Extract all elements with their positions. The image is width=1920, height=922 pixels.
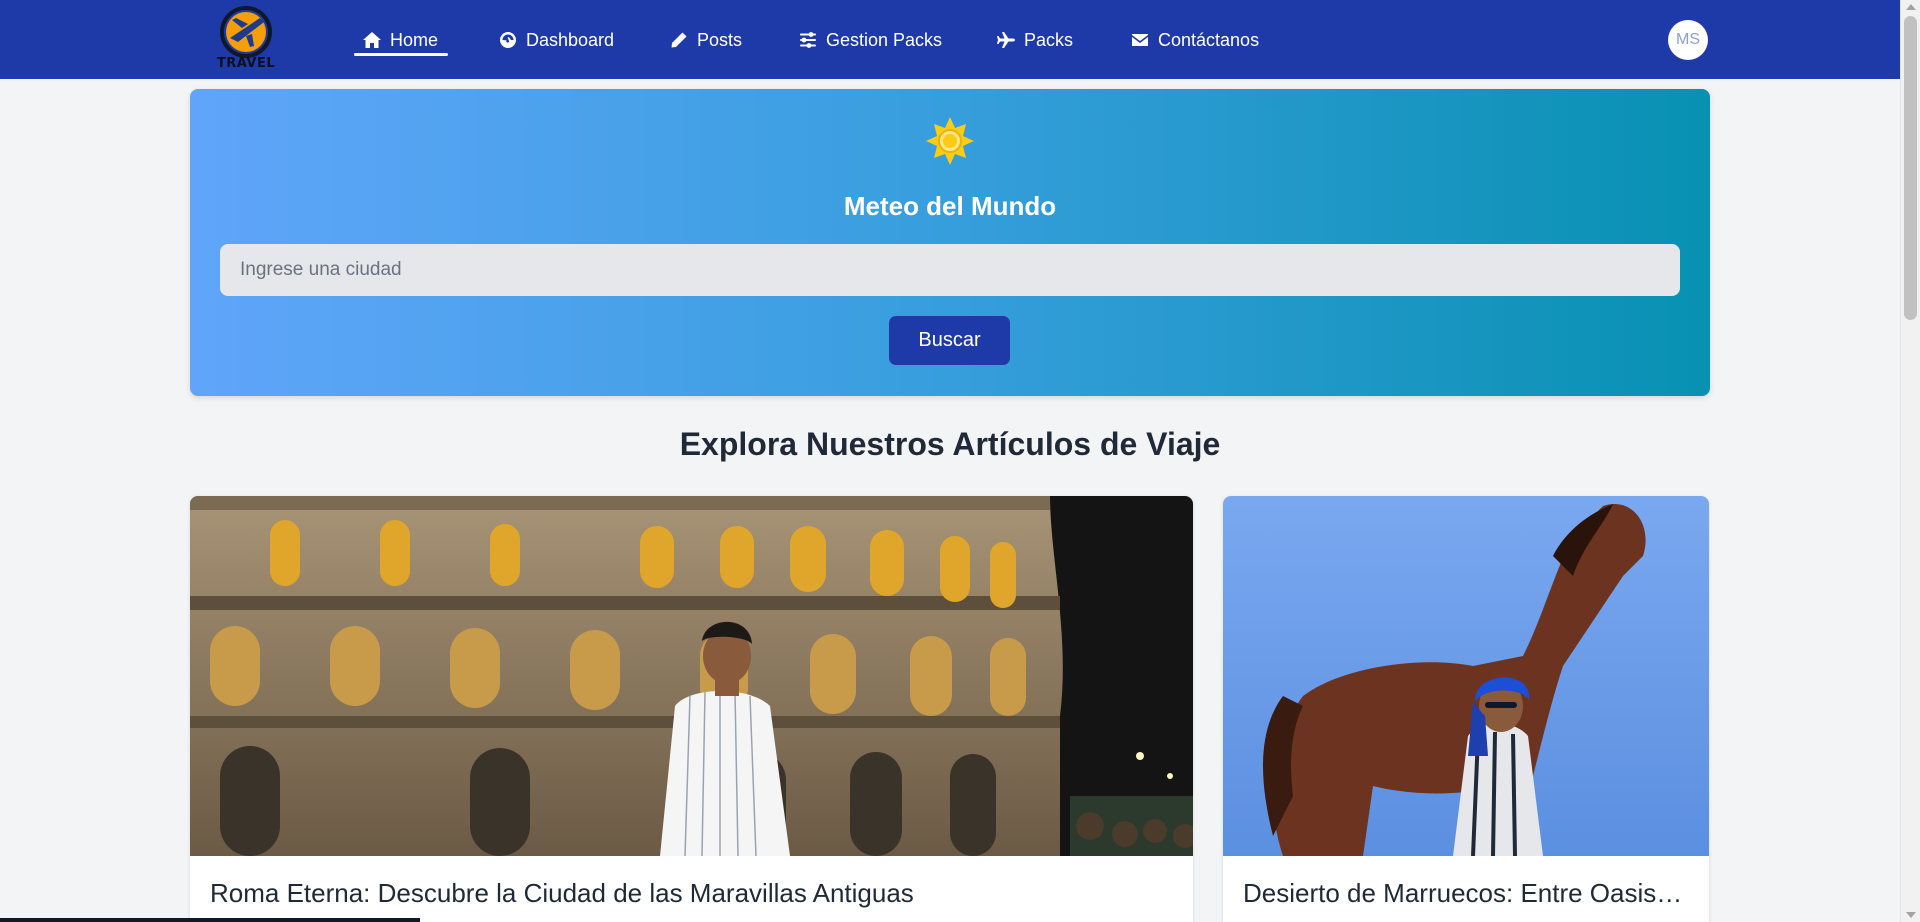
bottom-edge-bar (0, 918, 420, 922)
nav-item-contactanos[interactable]: Contáctanos (1130, 27, 1259, 53)
colosseum-night-photo[interactable] (190, 496, 1193, 856)
nav-item-posts[interactable]: Posts (669, 27, 742, 53)
home-icon (363, 32, 381, 48)
plane-icon (997, 32, 1015, 48)
logo-text: TRAVEL (216, 56, 276, 71)
scroll-down-arrow-icon[interactable] (1906, 912, 1916, 918)
article-title[interactable]: Roma Eterna: Descubre la Ciudad de las M… (210, 878, 1173, 909)
weather-widget: Meteo del Mundo Buscar (190, 89, 1710, 396)
user-avatar[interactable]: MS (1668, 20, 1708, 60)
envelope-icon (1132, 34, 1148, 46)
articles-section-title: Explora Nuestros Artículos de Viaje (679, 426, 1221, 462)
scroll-thumb[interactable] (1904, 16, 1917, 320)
page-scrollbar[interactable] (1900, 0, 1920, 922)
city-search-input[interactable] (220, 244, 1680, 296)
nav-item-label: Contáctanos (1158, 29, 1260, 50)
gauge-icon (500, 32, 516, 48)
nav-item-dashboard[interactable]: Dashboard (498, 27, 614, 53)
nav-item-label: Dashboard (526, 29, 615, 50)
nav-item-label: Packs (1024, 29, 1074, 50)
nav-item-gestion-packs[interactable]: Gestion Packs (798, 27, 942, 53)
nav-item-packs[interactable]: Packs (996, 27, 1073, 53)
pencil-icon (671, 32, 687, 48)
nav-item-label: Gestion Packs (826, 29, 943, 50)
nav-item-label: Home (390, 29, 439, 50)
article-card[interactable]: Desierto de Marruecos: Entre Oasis y Dun… (1223, 496, 1709, 922)
search-button[interactable]: Buscar (889, 316, 1010, 365)
nav-item-label: Posts (697, 29, 743, 50)
sun-icon (926, 117, 974, 165)
horse-desert-photo[interactable] (1223, 496, 1709, 856)
sliders-icon (800, 32, 816, 48)
article-card[interactable]: Roma Eterna: Descubre la Ciudad de las M… (190, 496, 1193, 922)
scroll-up-arrow-icon[interactable] (1906, 4, 1916, 10)
top-navbar: TRAVEL Home Dashboard Posts Gestion Pack… (0, 0, 1900, 79)
article-title[interactable]: Desierto de Marruecos: Entre Oasis y Dun… (1243, 878, 1689, 909)
nav-item-home[interactable]: Home (353, 27, 449, 56)
weather-title: Meteo del Mundo (843, 191, 1057, 221)
